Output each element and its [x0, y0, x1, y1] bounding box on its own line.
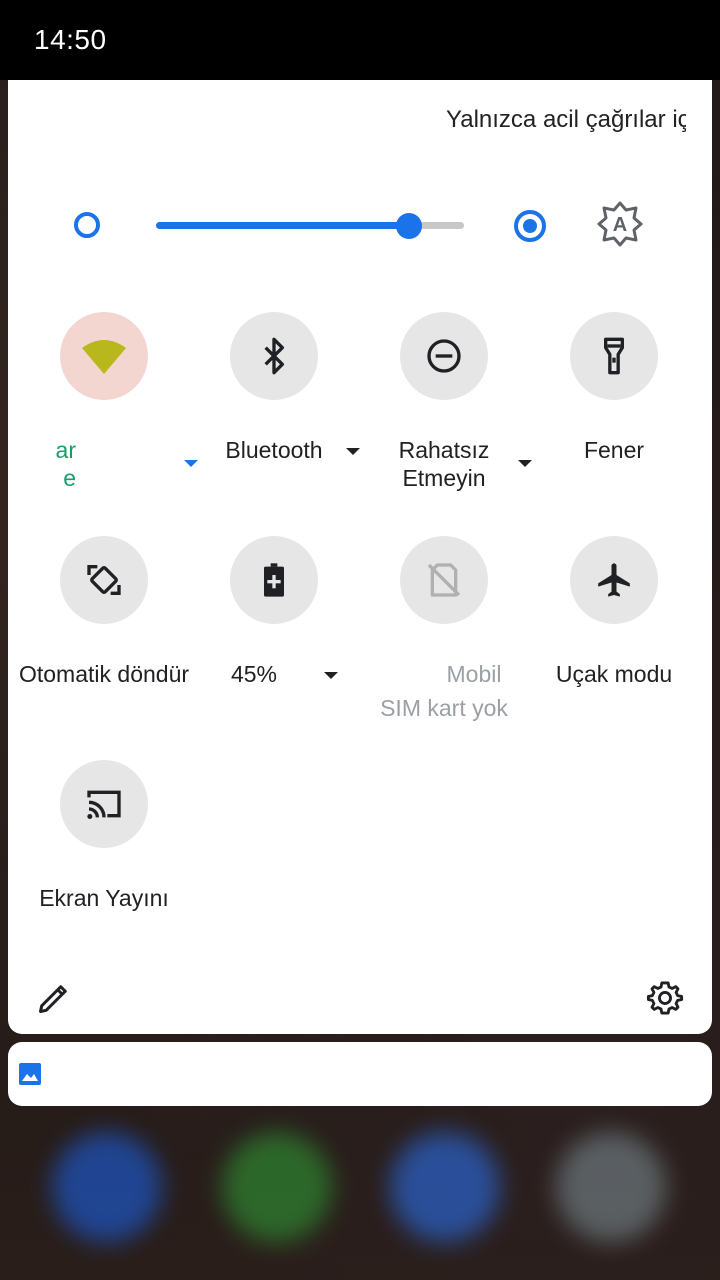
gear-icon[interactable] — [646, 979, 684, 1017]
wifi-label: ar e — [16, 436, 76, 492]
brightness-fill — [156, 222, 409, 229]
tile-airplane-circle[interactable] — [570, 536, 658, 624]
dnd-label: Rahatsız Etmeyin — [398, 437, 490, 491]
brightness-low-icon — [74, 212, 100, 238]
carrier-text: Yalnızca acil çağrılar için — [446, 106, 686, 133]
tile-bluetooth[interactable]: Bluetooth — [186, 312, 362, 532]
bluetooth-icon — [264, 337, 284, 375]
tile-auto-rotate-circle[interactable] — [60, 536, 148, 624]
brightness-high-icon — [514, 210, 546, 242]
battery-saver-icon — [264, 563, 284, 597]
tile-auto-rotate[interactable]: Otomatik döndür — [16, 536, 192, 756]
notification-card[interactable] — [8, 1042, 712, 1106]
image-icon — [19, 1063, 41, 1085]
status-clock: 14:50 — [34, 24, 107, 55]
airplane-icon — [598, 563, 630, 597]
tile-flashlight[interactable]: Fener — [526, 312, 702, 532]
auto-brightness-icon[interactable]: A — [596, 200, 644, 248]
phone-app-blur — [52, 1132, 162, 1242]
wifi-label-line2: e — [63, 465, 76, 491]
tile-dnd-circle[interactable] — [400, 312, 488, 400]
wifi-label-line1: ar — [55, 437, 76, 463]
tile-cast-circle[interactable] — [60, 760, 148, 848]
tile-battery-circle[interactable] — [230, 536, 318, 624]
brightness-thumb[interactable] — [395, 213, 422, 239]
battery-label: 45% — [230, 661, 278, 687]
wifi-icon — [82, 340, 126, 374]
camera-app-blur — [556, 1132, 666, 1242]
battery-expand-caret[interactable] — [324, 672, 338, 679]
status-bar: 14:50 — [0, 0, 720, 80]
svg-text:A: A — [613, 214, 627, 236]
tile-wifi[interactable]: ar e — [16, 312, 198, 532]
cast-label: Ekran Yayını — [39, 885, 169, 911]
tile-mobile-data[interactable]: Mobil SIM kart yok — [356, 536, 532, 756]
tile-battery-saver[interactable]: 45% — [186, 536, 362, 756]
tile-wifi-circle[interactable] — [60, 312, 148, 400]
brightness-slider[interactable] — [156, 213, 464, 239]
bluetooth-label: Bluetooth — [225, 437, 323, 463]
quick-settings-panel: Yalnızca acil çağrılar için A ar e Bluet… — [8, 80, 712, 1034]
tile-bluetooth-circle[interactable] — [230, 312, 318, 400]
flashlight-label: Fener — [583, 437, 645, 463]
tile-dnd[interactable]: Rahatsız Etmeyin — [356, 312, 532, 532]
tile-flashlight-circle[interactable] — [570, 312, 658, 400]
tile-mobile-circle[interactable] — [400, 536, 488, 624]
mobile-sub-label: SIM kart yok — [380, 695, 508, 721]
tile-cast[interactable]: Ekran Yayını — [16, 760, 192, 980]
do-not-disturb-icon — [427, 339, 461, 373]
messages-app-blur — [222, 1132, 332, 1242]
airplane-label: Uçak modu — [555, 661, 673, 687]
brightness-row: A — [8, 198, 712, 254]
auto-rotate-icon — [87, 565, 121, 595]
pencil-icon[interactable] — [36, 980, 72, 1016]
flashlight-icon — [604, 337, 624, 375]
cast-icon — [87, 790, 121, 819]
no-sim-icon — [427, 563, 461, 597]
browser-app-blur — [390, 1132, 500, 1242]
tile-airplane[interactable]: Uçak modu — [526, 536, 702, 756]
